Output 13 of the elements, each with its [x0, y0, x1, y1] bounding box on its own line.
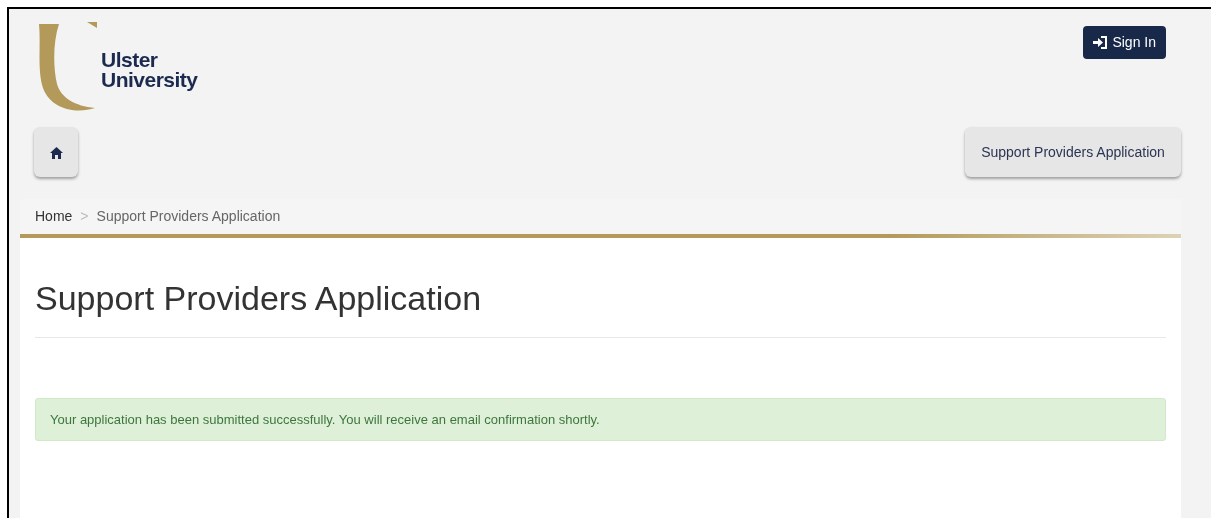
sign-in-icon — [1093, 36, 1109, 49]
breadcrumb-separator: > — [79, 208, 90, 224]
home-button[interactable] — [34, 127, 78, 177]
sign-in-button[interactable]: Sign In — [1083, 26, 1166, 59]
breadcrumb-current: Support Providers Application — [96, 208, 281, 224]
logo-icon — [37, 22, 97, 112]
breadcrumb-link[interactable]: Home — [35, 208, 73, 224]
home-icon — [49, 146, 63, 159]
logo-text: Ulster — [101, 50, 159, 70]
page-title: Support Providers Application — [35, 278, 1166, 338]
logo-text: University — [101, 70, 198, 90]
nav-button[interactable]: Support Providers Application — [965, 127, 1181, 177]
success-message: Your application has been submitted successfully. You will receive an email confirmation shortly. — [35, 397, 1166, 442]
